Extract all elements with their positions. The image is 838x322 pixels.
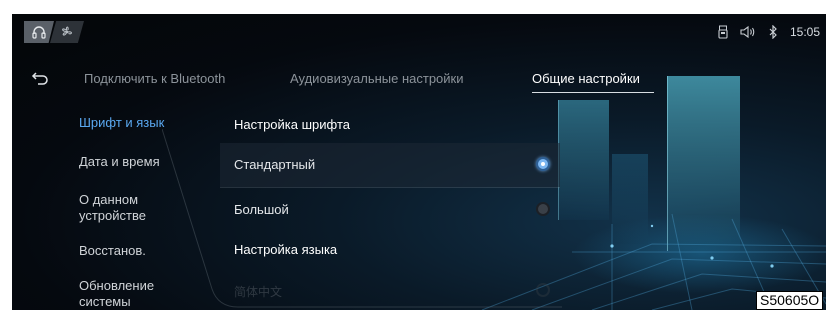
background-tower [667,76,740,251]
background-glow [572,214,826,294]
sidebar-item-date-time[interactable]: Дата и время [79,154,160,170]
back-arrow-icon [30,72,50,92]
infotainment-screen: 15:05 Подключить к Bluetooth Аудиовизуал… [12,14,826,310]
option-label: Большой [234,202,289,217]
font-settings-title: Настройка шрифта [234,117,350,132]
font-option-large[interactable]: Большой [220,188,560,232]
back-button[interactable] [30,68,50,88]
language-settings-title: Настройка языка [234,242,338,257]
fan-icon [60,25,74,39]
headphones-icon [31,24,47,40]
font-option-standard[interactable]: Стандартный [220,143,560,187]
tab-bluetooth[interactable]: Подключить к Bluetooth [84,71,225,86]
language-option-faded: 简体中文 [234,285,283,299]
status-icons: 15:05 [718,22,820,42]
option-label: Стандартный [234,157,316,172]
figure-code-label: S50605O [756,291,824,310]
active-tab-indicator [532,92,654,93]
background-tower [558,100,609,220]
radio-unselected-icon[interactable] [536,202,550,216]
radio-unselected-icon [536,283,550,297]
clock: 15:05 [789,25,820,39]
radio-selected-icon[interactable] [536,157,550,171]
sidebar-item-font-language[interactable]: Шрифт и язык [79,115,164,131]
tab-audiovisual[interactable]: Аудиовизуальные настройки [290,71,464,86]
headphones-mode-button[interactable] [24,21,54,43]
usb-icon [718,25,728,39]
fan-mode-button[interactable] [50,21,84,43]
bluetooth-icon [768,25,778,39]
sidebar-item-reset[interactable]: Восстанов. [79,243,146,259]
tab-general[interactable]: Общие настройки [532,71,640,86]
background-tower [612,154,648,244]
status-bar: 15:05 [12,14,826,50]
volume-icon [740,25,756,39]
